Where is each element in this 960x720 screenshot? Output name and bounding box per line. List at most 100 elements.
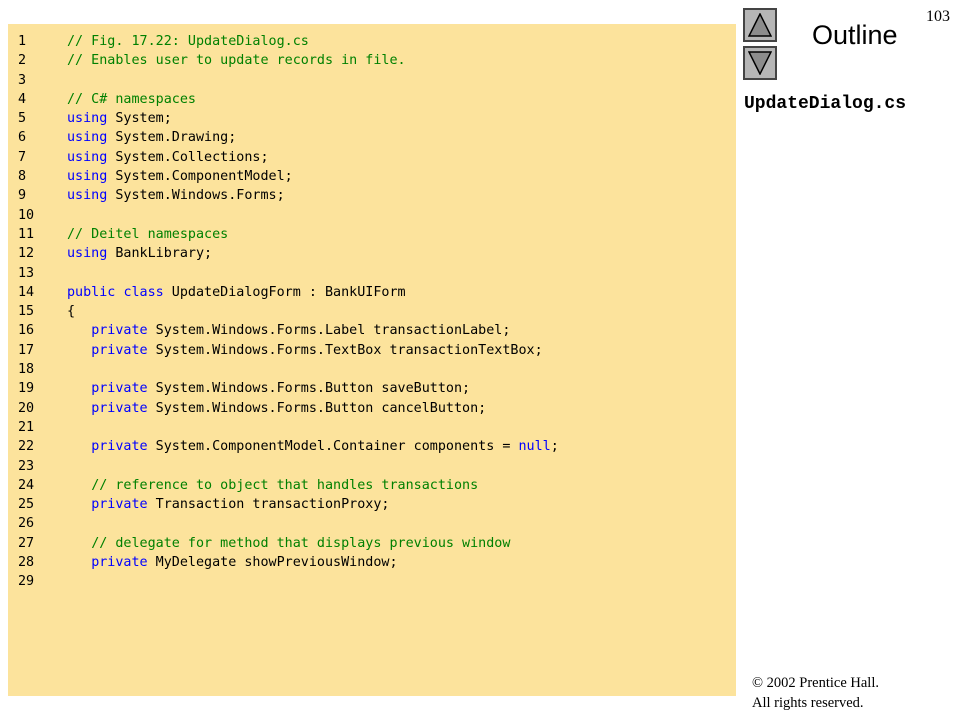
triangle-down-icon [748,51,772,75]
code-line: 12 using BankLibrary; [8,244,559,263]
code-line: 3 [8,71,559,90]
code-line: 21 [8,418,559,437]
code-line: 10 [8,206,559,225]
code-line: 26 [8,514,559,533]
code-token-keyword: using [67,246,108,262]
code-line: 11 // Deitel namespaces [8,225,559,244]
line-number: 23 [18,458,35,474]
code-listing: 1 // Fig. 17.22: UpdateDialog.cs 2 // Enabl… [8,32,559,592]
code-line: 7 using System.Collections; [8,148,559,167]
code-token-comment: // C# namespaces [67,91,196,107]
line-number: 17 [18,342,35,358]
file-name: UpdateDialog.cs [744,94,907,114]
line-number: 19 [18,381,35,397]
code-line: 22 private System.ComponentModel.Contain… [8,437,559,456]
code-token-plain: System.ComponentModel.Container componen… [147,439,519,455]
code-line: 27 // delegate for method that displays … [8,534,559,553]
line-number: 24 [18,477,35,493]
code-token-plain: UpdateDialogForm : BankUIForm [163,284,406,300]
code-token-keyword: using [67,188,108,204]
copyright-line-2: All rights reserved. [752,695,864,711]
code-token-keyword: private [91,381,148,397]
code-token-comment: // Deitel namespaces [67,226,229,242]
line-number: 7 [18,149,27,165]
code-line: 23 [8,457,559,476]
code-line: 14 public class UpdateDialogForm : BankUI… [8,283,559,302]
code-token-keyword: using [67,169,108,185]
line-number: 22 [18,439,35,455]
code-line: 18 [8,360,559,379]
line-number: 28 [18,555,35,571]
line-number: 14 [18,284,35,300]
code-token-keyword: null [518,439,551,455]
code-token-plain: ; [550,439,559,455]
line-number: 11 [18,226,35,242]
code-token-plain: System.Drawing; [107,130,237,146]
line-number: 20 [18,400,35,416]
line-number: 1 [18,34,27,49]
code-token-keyword: public [67,284,116,300]
code-line: 2 // Enables user to update records in fi… [8,51,559,70]
code-line: 13 [8,264,559,283]
copyright-line-1: © 2002 Prentice Hall. [752,675,879,691]
code-line: 16 private System.Windows.Forms.Label tr… [8,321,559,340]
line-number: 12 [18,246,35,262]
code-line: 9 using System.Windows.Forms; [8,186,559,205]
code-line: 6 using System.Drawing; [8,128,559,147]
code-token-plain: BankLibrary; [107,246,213,262]
code-token-plain: System.Collections; [107,149,269,165]
code-token-plain: System.ComponentModel; [107,169,293,185]
line-number: 8 [18,169,27,185]
triangle-up-icon [748,13,772,37]
code-line: 17 private System.Windows.Forms.TextBox … [8,341,559,360]
code-token-keyword: private [91,323,148,339]
line-number: 10 [18,207,35,223]
code-token-plain: System; [107,111,172,127]
code-line: 19 private System.Windows.Forms.Button s… [8,379,559,398]
line-number: 13 [18,265,35,281]
code-token-keyword: private [91,439,148,455]
code-token-comment: // Enables user to update records in fil… [67,53,406,69]
line-number: 9 [18,188,27,204]
line-number: 26 [18,516,35,532]
code-token-keyword: private [91,497,148,513]
code-token-comment: // delegate for method that displays pre… [91,535,511,551]
previous-slide-button[interactable] [743,8,777,42]
line-number: 5 [18,111,27,127]
line-number: 18 [18,362,35,378]
line-number: 6 [18,130,27,146]
code-token-plain: System.Windows.Forms; [107,188,285,204]
code-token-plain: System.Windows.Forms.TextBox transaction… [147,342,543,358]
code-line: 28 private MyDelegate showPreviousWindow… [8,553,559,572]
code-line: 24 // reference to object that handles t… [8,476,559,495]
code-token-plain: System.Windows.Forms.Button cancelButton… [147,400,487,416]
line-number: 27 [18,535,35,551]
code-line: 8 using System.ComponentModel; [8,167,559,186]
code-token-keyword: private [91,555,148,571]
copyright-notice: © 2002 Prentice Hall. All rights reserve… [752,673,879,713]
code-line: 25 private Transaction transactionProxy; [8,495,559,514]
code-line: 5 using System; [8,109,559,128]
code-token-keyword: private [91,342,148,358]
code-token-plain: MyDelegate showPreviousWindow; [147,555,398,571]
code-token-keyword: using [67,130,108,146]
code-token-plain: System.Windows.Forms.Button saveButton; [147,381,471,397]
next-slide-button[interactable] [743,46,777,80]
line-number: 15 [18,304,35,320]
line-number: 16 [18,323,35,339]
code-line: 20 private System.Windows.Forms.Button c… [8,399,559,418]
line-number: 3 [18,72,27,88]
code-line: 1 // Fig. 17.22: UpdateDialog.cs [8,32,559,51]
code-line: 15 { [8,302,559,321]
line-number: 2 [18,53,27,69]
line-number: 4 [18,91,27,107]
code-token-plain: System.Windows.Forms.Label transactionLa… [147,323,511,339]
